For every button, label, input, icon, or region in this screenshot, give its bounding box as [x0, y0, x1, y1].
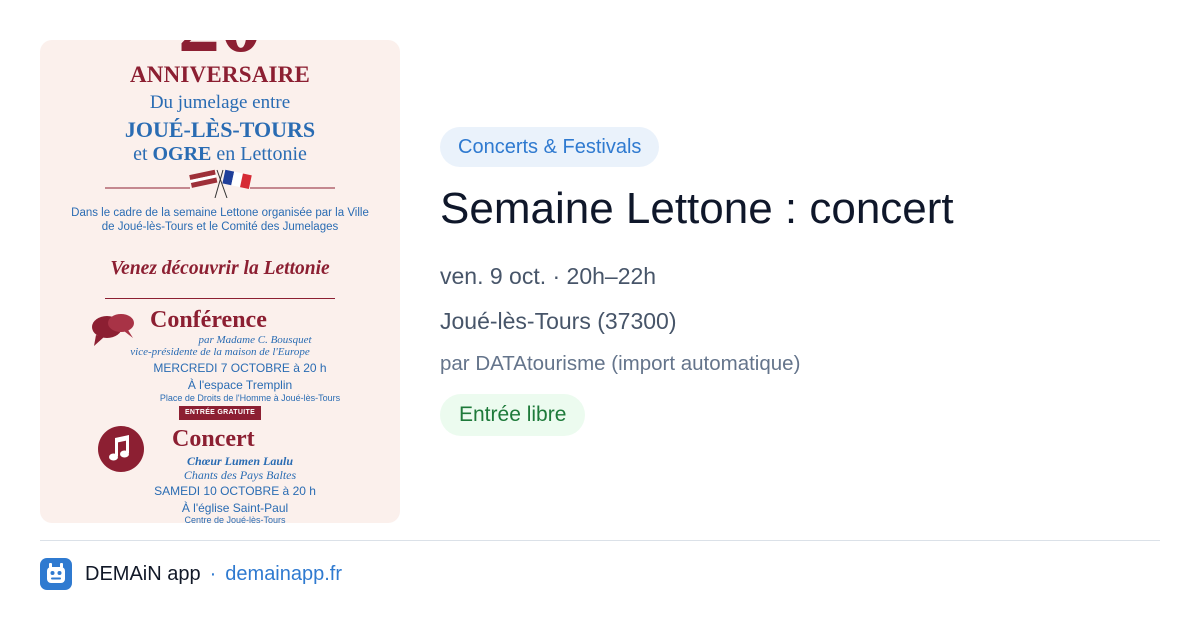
footer-separator: ·	[209, 562, 217, 585]
poster-discover-heading: Venez découvrir la Lettonie	[110, 258, 330, 279]
event-source: par DATAtourisme (import automatique)	[440, 352, 801, 375]
price-badge: Entrée libre	[440, 394, 586, 436]
event-location: Joué-lès-Tours (37300)	[440, 308, 677, 334]
poster-concert-choir: Chœur Lumen Laulu	[186, 454, 294, 468]
demain-app-logo-icon	[40, 558, 72, 590]
event-datetime: ven. 9 oct. · 20h–22h	[440, 263, 657, 289]
footer-divider	[40, 540, 1160, 541]
poster-concert-songs: Chants des Pays Baltes	[183, 468, 297, 482]
category-badge[interactable]: Concerts & Festivals	[440, 127, 660, 167]
poster-conference-address: Place de Droits de l'Homme à Joué-lès-To…	[159, 393, 341, 403]
footer-domain-link[interactable]: demainapp.fr	[225, 563, 342, 586]
poster-conference-title: Conférence	[150, 307, 267, 333]
event-poster-image: 20 ANNIVERSAIRE Du jumelage entre JOUÉ-L…	[40, 40, 400, 523]
poster-conference-date: MERCREDI 7 OCTOBRE à 20 h	[153, 361, 327, 375]
poster-conference-speaker: par Madame C. Bousquet	[198, 334, 312, 346]
poster-concert-center: Centre de Joué-lès-Tours	[184, 515, 286, 523]
footer: DEMAiN app · demainapp.fr	[40, 558, 342, 590]
poster-city-line: JOUÉ-LÈS-TOURS	[124, 117, 316, 142]
poster-context-text: Dans le cadre de la semaine Lettone orga…	[71, 207, 369, 233]
poster-concert-date: SAMEDI 10 OCTOBRE à 20 h	[154, 484, 316, 498]
poster-concert-title: Concert	[172, 426, 255, 452]
footer-brand: DEMAiN app	[85, 562, 201, 585]
poster-free-entry-badge: ENTRÉE GRATUITE	[179, 406, 261, 420]
poster-conference-place: À l'espace Tremplin	[187, 378, 293, 392]
poster-anniversary-heading: ANNIVERSAIRE	[129, 62, 311, 87]
music-note-icon	[98, 426, 144, 472]
event-title: Semaine Lettone : concert	[440, 184, 954, 233]
poster-concert-place: À l'église Saint-Paul	[181, 501, 289, 515]
poster-divider	[105, 298, 335, 299]
poster-jumelage-line: Du jumelage entre	[149, 92, 291, 113]
flags-divider-icon	[105, 169, 335, 198]
poster-ogre-line: et OGRE en Lettonie	[133, 143, 307, 165]
poster-conference-role: vice-présidente de la maison de l'Europe	[130, 346, 310, 358]
